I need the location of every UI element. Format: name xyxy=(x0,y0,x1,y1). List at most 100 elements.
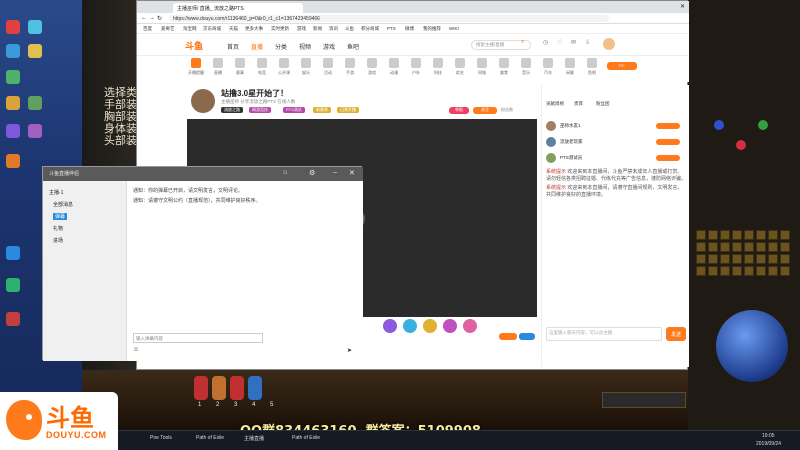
inventory-slot[interactable] xyxy=(696,266,706,276)
sidebar-item[interactable]: 弹幕 xyxy=(53,213,68,220)
chat-input[interactable]: 这里输入聊天内容，可以@主播 xyxy=(546,327,662,341)
inventory-slot[interactable] xyxy=(756,266,766,276)
history-icon[interactable]: ◷ xyxy=(543,39,548,46)
flask-icon[interactable] xyxy=(194,376,208,400)
taskbar-item[interactable]: Path of Exile xyxy=(196,435,224,441)
follow-icon[interactable]: ♡ xyxy=(557,39,562,46)
category-item[interactable]: 活动 xyxy=(319,58,337,76)
category-item[interactable]: 动漫 xyxy=(385,58,403,76)
desktop-icon[interactable] xyxy=(6,124,20,138)
minimize-icon[interactable]: – xyxy=(333,169,337,176)
category-item[interactable]: 娱乐 xyxy=(297,58,315,76)
avatar[interactable] xyxy=(546,121,556,131)
bookmark[interactable]: WIKI xyxy=(449,26,459,31)
back-icon[interactable]: ← xyxy=(141,15,147,21)
category-item[interactable]: 美食 xyxy=(495,58,513,76)
category-item[interactable]: 综艺 xyxy=(451,58,469,76)
room-tag[interactable]: 网游竞技 xyxy=(249,107,271,113)
inventory-slot[interactable] xyxy=(696,254,706,264)
pc-client-button[interactable]: PC xyxy=(607,62,637,70)
inventory-slot[interactable] xyxy=(720,242,730,252)
settings-icon[interactable]: ⚙ xyxy=(309,169,315,177)
nav-game[interactable]: 游戏 xyxy=(323,42,335,51)
recharge-button[interactable] xyxy=(499,333,517,340)
inventory-slot[interactable] xyxy=(732,254,742,264)
inventory-slot[interactable] xyxy=(756,242,766,252)
gift-icon[interactable] xyxy=(423,319,437,333)
gift-icon[interactable] xyxy=(443,319,457,333)
send-button[interactable]: 发送 xyxy=(666,327,686,341)
gift-icon[interactable] xyxy=(463,319,477,333)
assistant-chat-input[interactable]: 输入弹幕内容 xyxy=(133,333,263,343)
avatar[interactable] xyxy=(603,38,615,50)
room-tag[interactable]: 日常开播 xyxy=(337,107,359,113)
backpack-button[interactable] xyxy=(519,333,535,340)
chat-tab[interactable]: 贵宾 xyxy=(574,101,583,107)
report-button[interactable]: 举报 xyxy=(449,107,469,114)
inventory-slot[interactable] xyxy=(708,230,718,240)
desktop-icon[interactable] xyxy=(28,96,42,110)
douyu-logo[interactable]: 斗鱼 xyxy=(185,39,203,52)
inventory-slot[interactable] xyxy=(768,254,778,264)
nav-live[interactable]: 直播 xyxy=(251,42,263,51)
search-icon[interactable]: ⌕ xyxy=(521,39,524,46)
inventory-slot[interactable] xyxy=(768,266,778,276)
taskbar-item[interactable]: Path of Exile xyxy=(292,435,320,441)
category-item[interactable]: 手游 xyxy=(341,58,359,76)
inventory-slot[interactable] xyxy=(744,230,754,240)
bookmark[interactable]: PTS xyxy=(387,26,396,31)
gift-icon[interactable] xyxy=(383,319,397,333)
home-icon[interactable]: ⌂ xyxy=(283,169,287,176)
category-item[interactable]: 开播提醒 xyxy=(187,58,205,76)
desktop-icon[interactable] xyxy=(28,20,42,34)
message-icon[interactable]: ✉ xyxy=(571,39,576,46)
room-tag[interactable]: PTS测试 xyxy=(283,107,305,113)
rank-user[interactable]: 流放老玩家 xyxy=(560,139,583,145)
category-item[interactable]: 直播 xyxy=(209,58,227,76)
category-item[interactable]: 公开课 xyxy=(275,58,293,76)
bookmark[interactable]: 爱奇艺 xyxy=(161,26,175,32)
rank-user[interactable]: PTS测试员 xyxy=(560,155,582,161)
flask-icon[interactable] xyxy=(248,376,262,400)
bookmark[interactable]: 资讯 xyxy=(329,26,338,32)
taskbar-item[interactable]: 主播直播 xyxy=(244,435,264,442)
chat-user[interactable]: 系统提示 xyxy=(546,169,566,175)
category-item[interactable]: 户外 xyxy=(407,58,425,76)
bookmark[interactable]: 天猫 xyxy=(229,26,238,32)
inventory-slot[interactable] xyxy=(780,230,790,240)
category-item[interactable]: 游戏 xyxy=(363,58,381,76)
sidebar-item[interactable]: 主播·1 xyxy=(49,189,63,196)
inventory-slot[interactable] xyxy=(708,254,718,264)
category-item[interactable]: 汽车 xyxy=(539,58,557,76)
desktop-icon[interactable] xyxy=(6,96,20,110)
bookmark[interactable]: 京东商城 xyxy=(203,26,221,32)
bookmark[interactable]: 淘宝网 xyxy=(183,26,197,32)
flask-icon[interactable] xyxy=(212,376,226,400)
skill-bar[interactable] xyxy=(602,392,686,408)
category-item[interactable]: 闲聊 xyxy=(561,58,579,76)
sidebar-item[interactable]: 进场 xyxy=(53,237,63,244)
desktop-icon[interactable] xyxy=(6,44,20,58)
inventory-slot[interactable] xyxy=(768,242,778,252)
category-item[interactable]: 音乐 xyxy=(517,58,535,76)
desktop-icon[interactable] xyxy=(28,124,42,138)
avatar[interactable] xyxy=(546,137,556,147)
category-item[interactable]: 同城 xyxy=(473,58,491,76)
category-item[interactable]: 鱼吧 xyxy=(583,58,601,76)
bookmark[interactable]: 更多大事 xyxy=(245,26,263,32)
nav-home[interactable]: 首页 xyxy=(227,42,239,51)
category-item[interactable]: 赛事 xyxy=(231,58,249,76)
inventory-slot[interactable] xyxy=(720,254,730,264)
sidebar-item[interactable]: 礼物 xyxy=(53,225,63,232)
inventory-slot[interactable] xyxy=(720,266,730,276)
close-icon[interactable]: ✕ xyxy=(349,169,355,177)
bookmark[interactable]: 游戏 xyxy=(297,26,306,32)
sidebar-item[interactable]: 全部消息 xyxy=(53,201,73,208)
desktop-icon[interactable] xyxy=(28,44,42,58)
desktop-icon[interactable] xyxy=(6,278,20,292)
desktop-icon[interactable] xyxy=(6,70,20,84)
inventory-slot[interactable] xyxy=(696,242,706,252)
inventory-slot[interactable] xyxy=(744,266,754,276)
nav-category[interactable]: 分类 xyxy=(275,42,287,51)
inventory-slot[interactable] xyxy=(732,266,742,276)
